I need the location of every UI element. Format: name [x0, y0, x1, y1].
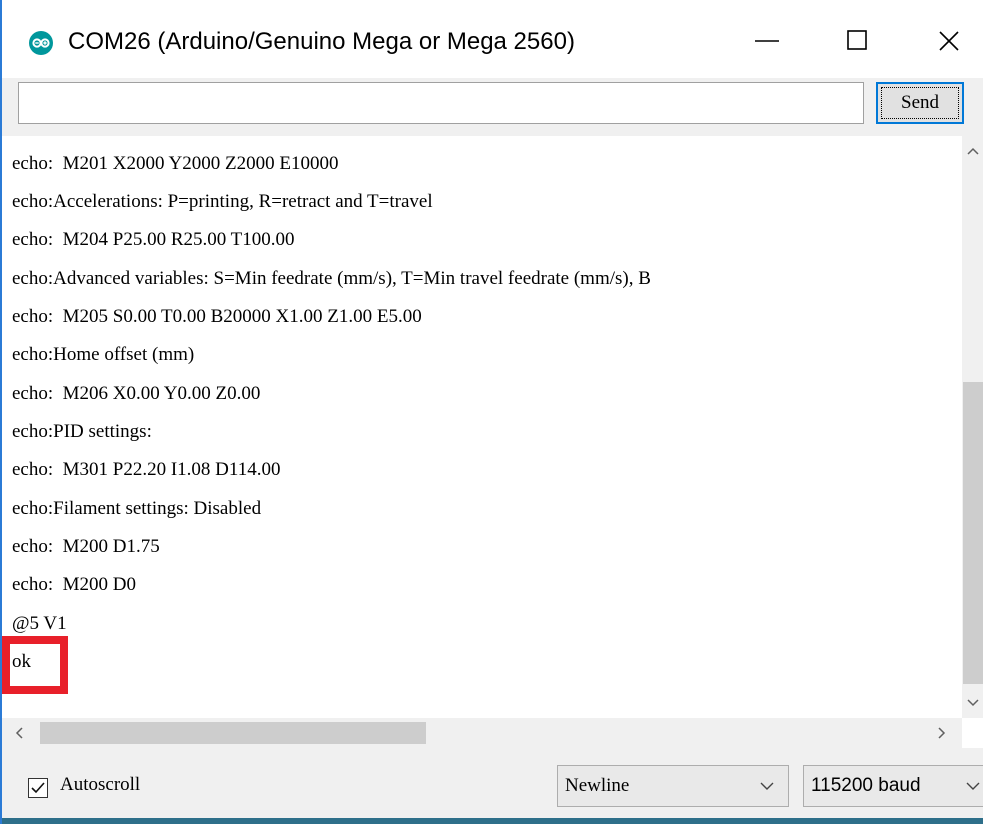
chevron-down-icon [966, 782, 980, 790]
send-button[interactable]: Send [876, 82, 964, 124]
scroll-up-button[interactable] [962, 142, 983, 160]
send-bar: Send [2, 78, 983, 136]
chevron-down-icon [760, 782, 774, 790]
output-line: echo:PID settings: [12, 421, 152, 442]
output-line: echo:Home offset (mm) [12, 344, 195, 365]
vertical-scroll-thumb[interactable] [963, 382, 983, 684]
checkmark-icon [31, 782, 45, 794]
ok-highlight-annotation [2, 636, 68, 694]
output-line: echo: M205 S0.00 T0.00 B20000 X1.00 Z1.0… [12, 306, 422, 327]
output-line: echo: M204 P25.00 R25.00 T100.00 [12, 229, 295, 250]
horizontal-scroll-thumb[interactable] [40, 722, 426, 744]
output-line: echo: M200 D0 [12, 574, 137, 595]
line-ending-select[interactable]: Newline [557, 765, 789, 807]
output-line: echo: M201 X2000 Y2000 Z2000 E10000 [12, 153, 339, 174]
output-line: echo:Advanced variables: S=Min feedrate … [12, 268, 651, 289]
minimize-icon [755, 40, 779, 42]
vertical-scrollbar[interactable] [962, 136, 983, 718]
output-line: echo: M206 X0.00 Y0.00 Z0.00 [12, 383, 261, 404]
serial-output-lines: . . . , . echo: M201 X2000 Y2000 Z2000 E… [12, 136, 962, 718]
close-button[interactable] [919, 16, 979, 66]
output-line: echo:Accelerations: P=printing, R=retrac… [12, 191, 433, 212]
partially-visible-line: . . . , . [282, 136, 325, 142]
window-title: COM26 (Arduino/Genuino Mega or Mega 2560… [68, 28, 575, 55]
scroll-left-button[interactable] [10, 724, 28, 742]
output-line: echo: M200 D1.75 [12, 536, 160, 557]
output-line: echo: M301 P22.20 I1.08 D114.00 [12, 459, 281, 480]
horizontal-scrollbar[interactable] [2, 718, 962, 748]
taskbar-edge [2, 818, 983, 824]
serial-send-input[interactable] [18, 82, 864, 124]
scroll-right-button[interactable] [933, 724, 951, 742]
output-line: echo:Filament settings: Disabled [12, 498, 262, 519]
title-bar[interactable]: COM26 (Arduino/Genuino Mega or Mega 2560… [2, 0, 983, 78]
autoscroll-checkbox[interactable] [28, 778, 48, 798]
status-bar: Autoscroll Newline 115200 baud [2, 748, 983, 818]
maximize-button[interactable] [828, 16, 888, 66]
line-ending-value: Newline [565, 775, 630, 796]
serial-output-area[interactable]: . . . , . echo: M201 X2000 Y2000 Z2000 E… [2, 136, 983, 718]
serial-monitor-window: COM26 (Arduino/Genuino Mega or Mega 2560… [0, 0, 983, 824]
scroll-down-button[interactable] [962, 694, 983, 712]
maximize-icon [847, 30, 867, 50]
send-button-label: Send [901, 92, 939, 113]
chevron-left-icon [15, 727, 23, 739]
baud-rate-select[interactable]: 115200 baud [803, 765, 983, 807]
chevron-right-icon [938, 727, 946, 739]
chevron-up-icon [966, 147, 979, 155]
minimize-button[interactable] [737, 16, 797, 66]
autoscroll-label[interactable]: Autoscroll [60, 774, 140, 796]
close-icon [939, 31, 959, 51]
arduino-logo-icon [29, 31, 53, 55]
chevron-down-icon [966, 699, 979, 707]
baud-rate-value: 115200 baud [811, 775, 921, 796]
